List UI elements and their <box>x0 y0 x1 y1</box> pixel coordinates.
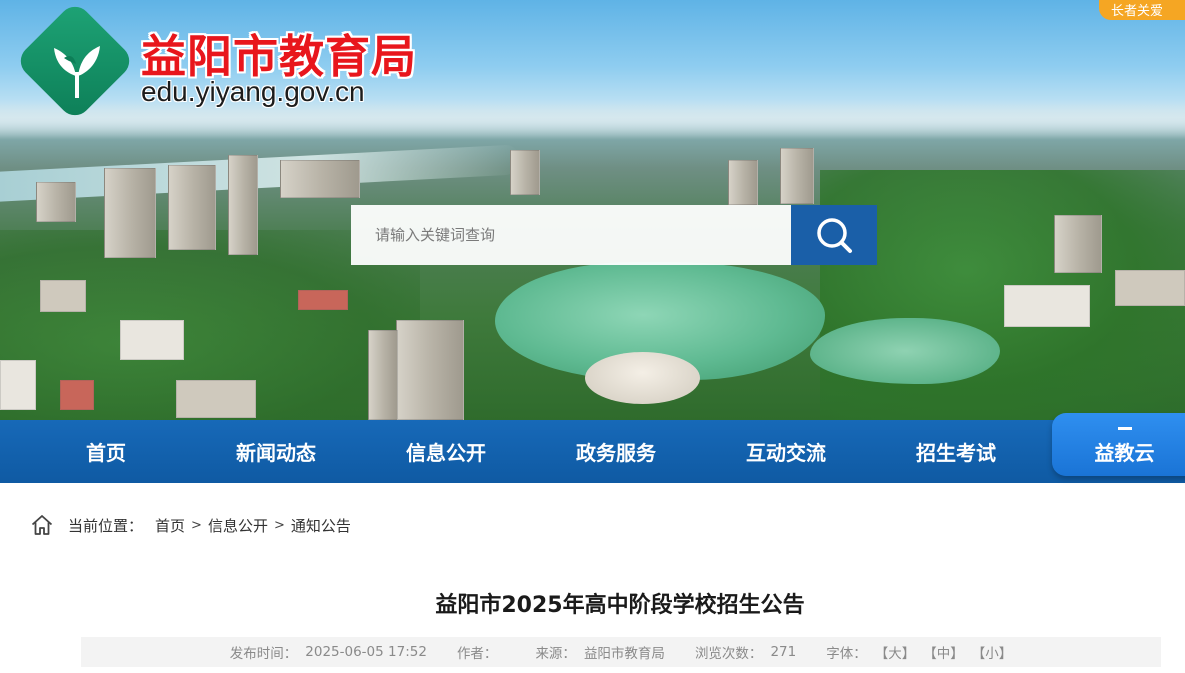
building <box>40 280 86 312</box>
source-value: 益阳市教育局 <box>583 646 665 662</box>
breadcrumb-separator: > <box>191 517 202 533</box>
search-icon <box>817 218 852 253</box>
nav-item-info-public[interactable]: 信息公开 <box>361 420 531 483</box>
views-label: 浏览次数： <box>694 646 763 662</box>
views-count: 271 <box>770 644 797 660</box>
building <box>1115 270 1185 306</box>
font-size-large-button[interactable]: 【大】 <box>875 642 916 662</box>
author-label: 作者： <box>456 646 498 662</box>
font-size-label: 字体： <box>826 646 867 662</box>
breadcrumb-notices[interactable]: 通知公告 <box>291 515 351 536</box>
search-button[interactable] <box>791 205 877 265</box>
nav-item-news[interactable]: 新闻动态 <box>191 420 361 483</box>
nav-item-yijiaoyun[interactable]: 益教云 <box>1052 413 1185 476</box>
font-size-medium-button[interactable]: 【中】 <box>923 642 964 662</box>
site-logo[interactable]: 益阳市教育局 edu.yiyang.gov.cn <box>14 0 444 122</box>
building <box>1054 215 1102 273</box>
logo-leaf-icon <box>54 46 100 98</box>
banner-plaza <box>585 352 700 404</box>
nav-item-admissions[interactable]: 招生考试 <box>871 420 1041 483</box>
site-domain: edu.yiyang.gov.cn <box>141 76 365 107</box>
publish-time: 2025-06-05 17:52 <box>305 644 427 660</box>
breadcrumb-home[interactable]: 首页 <box>155 515 185 536</box>
building <box>176 380 256 418</box>
elder-mode-button[interactable]: 长者关爱 <box>1099 0 1185 20</box>
building <box>280 160 360 198</box>
building <box>0 360 36 410</box>
breadcrumb-label: 当前位置： <box>68 516 144 535</box>
article-meta: 发布时间： 2025-06-05 17:52 作者： 来源： 益阳市教育局 浏览次数… <box>81 637 1161 667</box>
building <box>396 320 464 420</box>
building <box>104 168 156 258</box>
header-banner: 益阳市教育局 edu.yiyang.gov.cn 长者关爱 <box>0 0 1185 420</box>
font-size-small-button[interactable]: 【小】 <box>972 642 1013 662</box>
nav-special-label: 益教云 <box>1094 441 1155 465</box>
building <box>298 290 348 310</box>
nav-item-home[interactable]: 首页 <box>21 420 191 483</box>
banner-lake-small <box>810 318 1000 384</box>
nav-item-gov-services[interactable]: 政务服务 <box>531 420 701 483</box>
nav-special-dash <box>1118 427 1132 430</box>
building <box>168 165 216 250</box>
article-title: 益阳市2025年高中阶段学校招生公告 <box>435 593 805 618</box>
breadcrumb: 当前位置： 首页 > 信息公开 > 通知公告 <box>30 512 351 538</box>
building <box>510 150 540 195</box>
building <box>36 182 76 222</box>
building <box>728 160 758 205</box>
breadcrumb-info-public[interactable]: 信息公开 <box>208 515 268 536</box>
building <box>120 320 184 360</box>
search-bar <box>351 205 877 265</box>
building <box>228 155 258 255</box>
publish-label: 发布时间： <box>229 646 298 662</box>
source-label: 来源： <box>535 646 576 662</box>
building <box>368 330 398 420</box>
nav-item-interaction[interactable]: 互动交流 <box>701 420 871 483</box>
banner-river <box>0 144 520 202</box>
home-icon <box>31 515 53 535</box>
search-input[interactable] <box>351 205 791 265</box>
building <box>780 148 814 204</box>
breadcrumb-separator: > <box>273 517 285 533</box>
building <box>60 380 94 410</box>
main-nav: 首页 新闻动态 信息公开 政务服务 互动交流 招生考试 <box>0 420 1185 483</box>
building <box>1004 285 1090 327</box>
